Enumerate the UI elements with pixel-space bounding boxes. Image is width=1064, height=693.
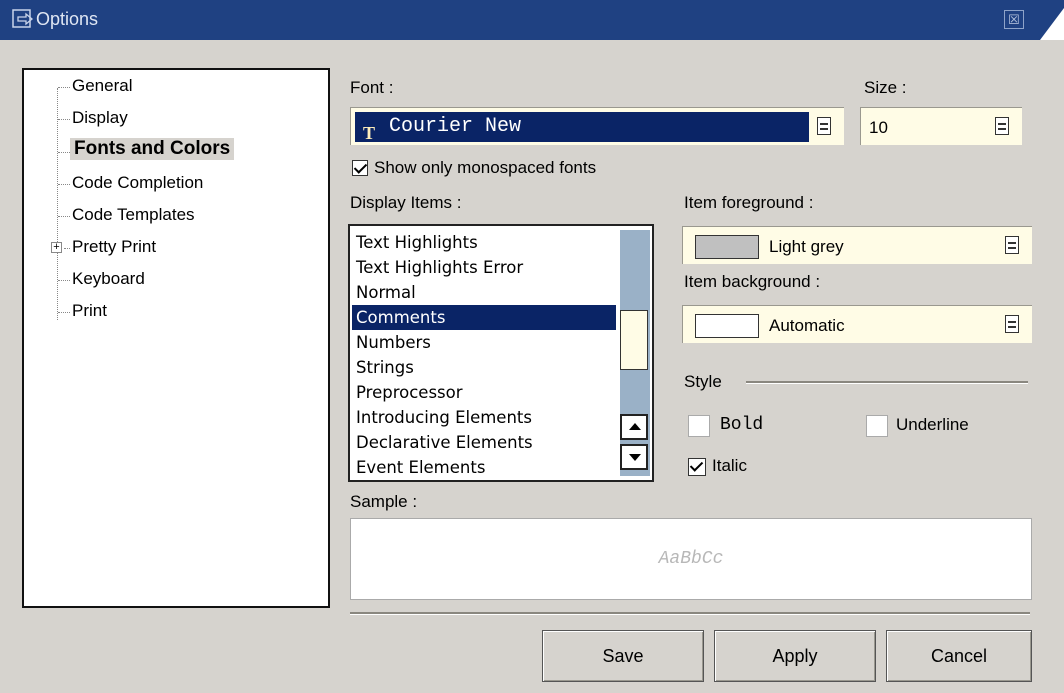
font-selected-value: T Courier New (355, 112, 809, 143)
item-background-select[interactable]: Automatic (682, 305, 1032, 343)
tree-branch (58, 184, 70, 185)
sample-preview: AaBbCc (350, 518, 1032, 600)
list-item[interactable]: Strings (356, 355, 618, 380)
options-window-icon (12, 9, 34, 28)
list-item[interactable]: Numbers (356, 330, 618, 355)
background-color-name: Automatic (769, 316, 845, 335)
dropdown-icon[interactable] (995, 117, 1009, 135)
bold-label: Bold (720, 415, 764, 435)
scroll-thumb[interactable] (620, 310, 648, 370)
close-icon[interactable]: ☒ (1004, 10, 1024, 29)
save-button[interactable]: Save (542, 630, 704, 682)
font-name: Courier New (389, 115, 522, 138)
list-item[interactable]: Text Highlights Error (356, 255, 618, 280)
list-scrollbar[interactable] (620, 230, 650, 476)
underline-checkbox[interactable] (866, 415, 888, 437)
tree-item-code-templates[interactable]: Code Templates (72, 205, 195, 225)
tree-branch (64, 248, 70, 249)
dropdown-icon[interactable] (1005, 315, 1019, 333)
tree-item-code-completion[interactable]: Code Completion (72, 173, 203, 193)
background-color-swatch (695, 314, 759, 338)
bold-checkbox[interactable] (688, 415, 710, 437)
list-item[interactable]: Normal (356, 280, 618, 305)
size-value: 10 (869, 118, 888, 137)
tree-item-print[interactable]: Print (72, 301, 107, 321)
scroll-up-icon[interactable] (620, 414, 648, 440)
tree-item-fonts-and-colors[interactable]: Fonts and Colors (70, 138, 235, 160)
foreground-color-name: Light grey (769, 237, 844, 256)
tree-branch (58, 312, 70, 313)
list-item[interactable]: Preprocessor (356, 380, 618, 405)
title-bar: Options ☒ (0, 0, 1064, 40)
tree-item-pretty-print[interactable]: Pretty Print (72, 237, 156, 257)
style-label: Style (684, 372, 722, 391)
italic-checkbox[interactable] (688, 458, 706, 476)
tree-item-general[interactable]: General (72, 76, 132, 96)
title-bar-corner (1040, 0, 1064, 40)
tree-branch (58, 216, 70, 217)
bottom-separator (350, 612, 1030, 615)
truetype-icon: T (363, 123, 376, 143)
tree-item-display[interactable]: Display (72, 108, 128, 128)
font-select[interactable]: T Courier New (350, 107, 844, 145)
font-label: Font : (350, 78, 394, 97)
tree-branch (58, 119, 70, 120)
cancel-button[interactable]: Cancel (886, 630, 1032, 682)
tree-branch (58, 87, 70, 88)
size-select[interactable]: 10 (860, 107, 1022, 145)
sample-label: Sample : (350, 492, 418, 511)
window-title: Options (36, 9, 99, 29)
dropdown-icon[interactable] (817, 117, 831, 135)
tree-branch (58, 280, 70, 281)
item-background-label: Item background : (684, 272, 821, 291)
list-item-selected[interactable]: Comments (352, 305, 616, 330)
item-foreground-label: Item foreground : (684, 193, 814, 212)
size-label: Size : (864, 78, 907, 97)
style-separator (746, 381, 1028, 384)
list-item[interactable]: Introducing Elements (356, 405, 618, 430)
title-bar-fill (0, 0, 1040, 40)
apply-button[interactable]: Apply (714, 630, 876, 682)
dropdown-icon[interactable] (1005, 236, 1019, 254)
options-tree[interactable]: + General Display Fonts and Colors Code … (22, 68, 330, 608)
italic-label: Italic (712, 456, 747, 475)
list-item[interactable]: Event Elements (356, 455, 618, 480)
item-foreground-select[interactable]: Light grey (682, 226, 1032, 264)
underline-label: Underline (896, 415, 969, 434)
list-item[interactable]: Text Highlights (356, 230, 618, 255)
monospace-checkbox-label: Show only monospaced fonts (374, 158, 597, 177)
tree-item-keyboard[interactable]: Keyboard (72, 269, 145, 289)
display-items-list[interactable]: Text Highlights Text Highlights Error No… (348, 224, 654, 482)
scroll-down-icon[interactable] (620, 444, 648, 470)
list-item[interactable]: Declarative Elements (356, 430, 618, 455)
sample-text: AaBbCc (658, 549, 724, 569)
display-items-label: Display Items : (350, 193, 462, 212)
tree-connector (57, 88, 58, 320)
monospace-checkbox[interactable] (352, 160, 368, 176)
expand-icon[interactable]: + (51, 242, 62, 253)
tree-branch (58, 152, 70, 153)
foreground-color-swatch (695, 235, 759, 259)
